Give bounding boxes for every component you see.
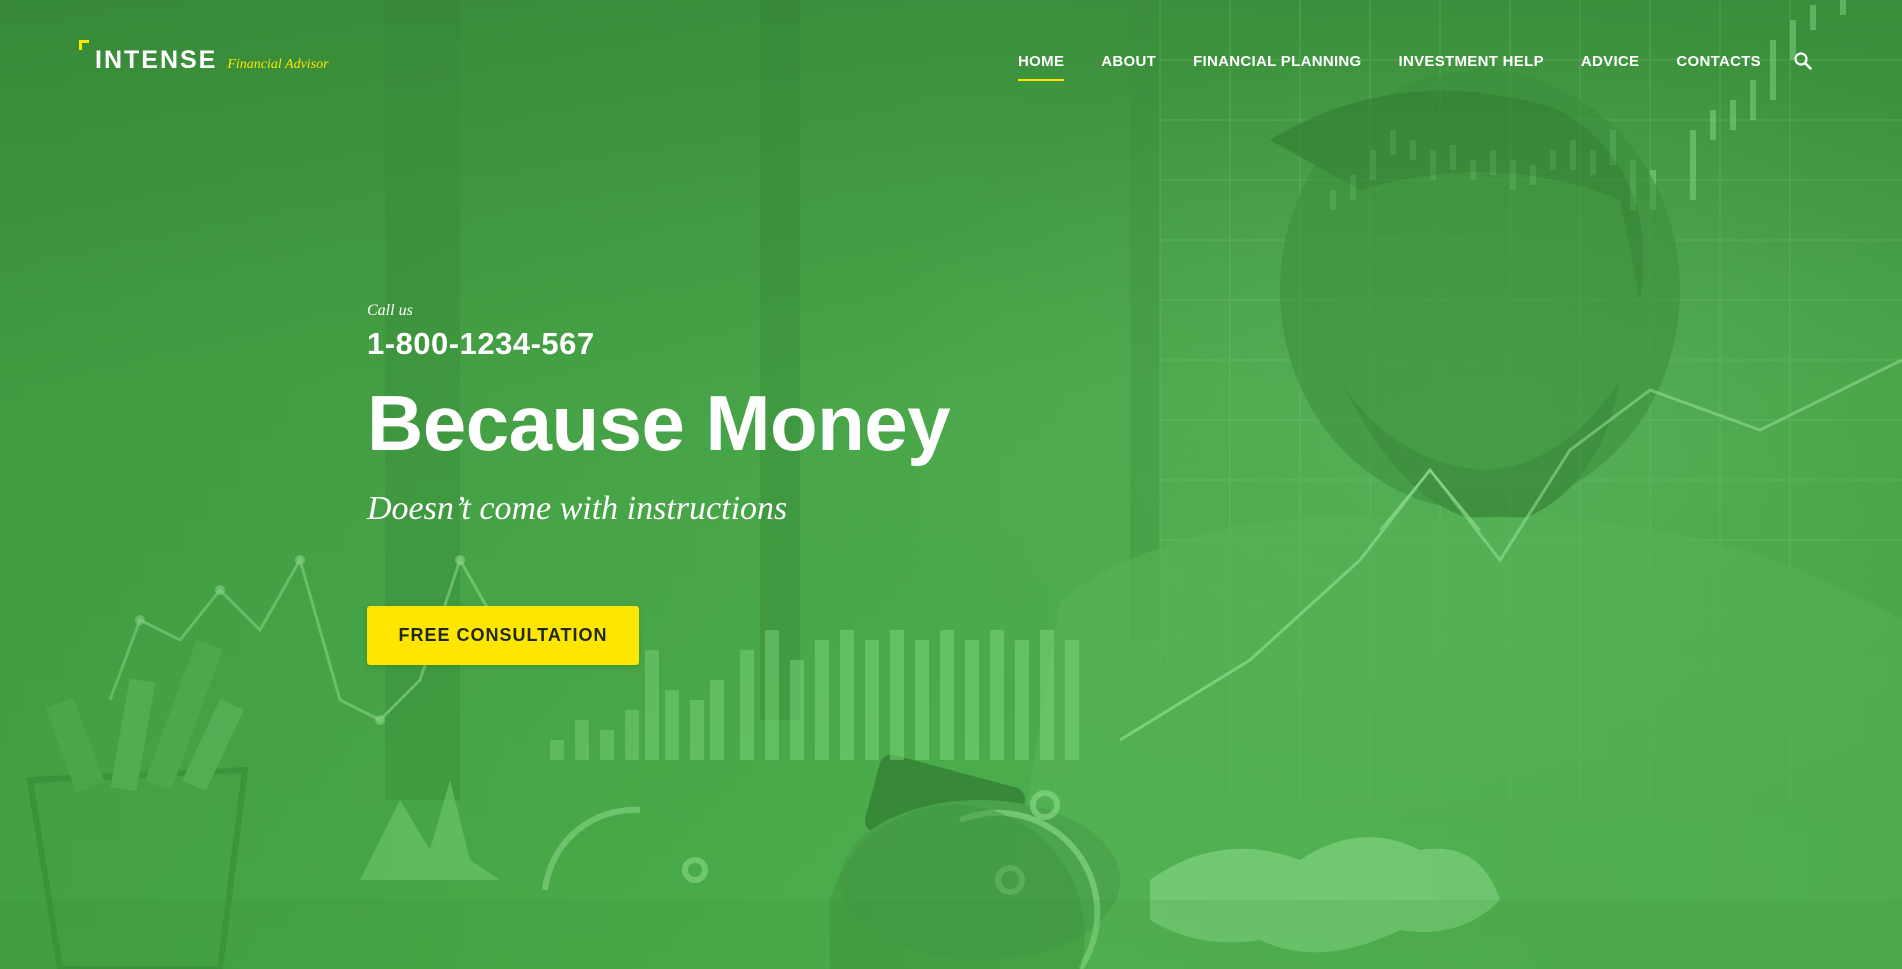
nav-item-about[interactable]: ABOUT — [1101, 53, 1156, 70]
main-nav: HOME ABOUT FINANCIAL PLANNING INVESTMENT… — [1018, 50, 1814, 81]
nav-item-financial-planning[interactable]: FINANCIAL PLANNING — [1193, 53, 1361, 70]
site-header: INTENSE Financial Advisor HOME ABOUT FIN… — [0, 0, 1902, 122]
logo-tagline: Financial Advisor — [227, 57, 329, 72]
nav-item-home[interactable]: HOME — [1018, 53, 1065, 81]
search-icon[interactable] — [1792, 50, 1814, 72]
nav-item-advice[interactable]: ADVICE — [1581, 53, 1639, 70]
hero-content: Call us 1-800-1234-567 Because Money Doe… — [367, 302, 1167, 665]
hero-subheadline: Doesn’t come with instructions — [367, 490, 788, 527]
nav-item-investment-help[interactable]: INVESTMENT HELP — [1399, 53, 1544, 70]
hero-headline: Because Money — [367, 379, 951, 467]
logo-corner-mark — [79, 40, 89, 50]
site-logo[interactable]: INTENSE Financial Advisor — [79, 40, 329, 75]
phone-number[interactable]: 1-800-1234-567 — [367, 326, 1167, 362]
call-us-label: Call us — [367, 302, 413, 319]
free-consultation-button[interactable]: FREE CONSULTATION — [367, 606, 639, 665]
nav-item-contacts[interactable]: CONTACTS — [1676, 53, 1761, 70]
logo-wordmark: INTENSE — [95, 46, 218, 74]
